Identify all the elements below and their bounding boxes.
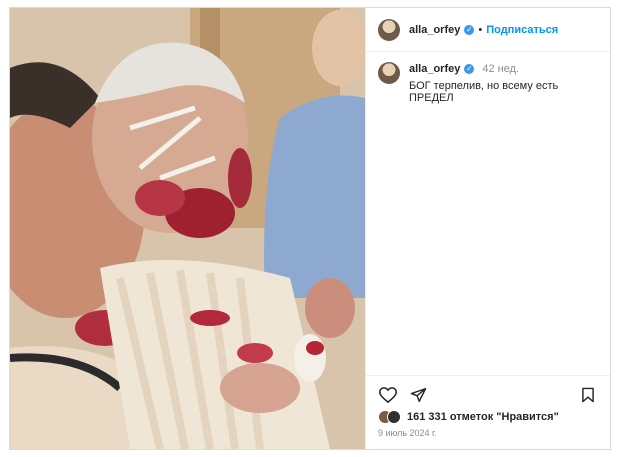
action-bar — [366, 376, 610, 406]
avatar[interactable] — [378, 18, 400, 41]
bookmark-icon[interactable] — [578, 385, 598, 405]
caption-meta: alla_orfey ✓ 42 нед. — [409, 62, 598, 76]
verified-badge-icon: ✓ — [464, 64, 475, 74]
post-footer: 161 331 отметок "Нравится" 9 июль 2024 г… — [366, 375, 610, 449]
caption-time[interactable]: 42 нед. — [482, 63, 519, 75]
verified-badge-icon: ✓ — [464, 24, 475, 35]
post-side-panel: alla_orfey ✓ • Подписаться alla_orfey ✓ … — [365, 8, 610, 449]
liker-avatar[interactable] — [387, 410, 401, 424]
likes-row: 161 331 отметок "Нравится" — [366, 406, 610, 424]
heart-outline-icon[interactable] — [378, 385, 398, 405]
caption-text: БОГ терпелив, но всему есть ПРЕДЕЛ — [409, 80, 559, 104]
caption-comment: alla_orfey ✓ 42 нед. БОГ терпелив, но вс… — [366, 52, 610, 104]
post-photo[interactable] — [10, 8, 365, 449]
post-header: alla_orfey ✓ • Подписаться — [366, 8, 610, 52]
caption-body: alla_orfey ✓ 42 нед. БОГ терпелив, но вс… — [409, 62, 598, 104]
post-date[interactable]: 9 июль 2024 г. — [366, 424, 610, 438]
separator-dot: • — [478, 23, 483, 36]
caption-avatar[interactable] — [378, 62, 400, 84]
paper-plane-icon[interactable] — [408, 385, 428, 405]
likes-count[interactable]: 161 331 отметок "Нравится" — [407, 411, 559, 423]
follow-button[interactable]: Подписаться — [486, 24, 558, 36]
caption-username-link[interactable]: alla_orfey — [409, 63, 460, 75]
instagram-post-card: alla_orfey ✓ • Подписаться alla_orfey ✓ … — [9, 7, 611, 450]
username-link[interactable]: alla_orfey — [409, 24, 460, 36]
post-photo-illustration — [10, 8, 365, 449]
